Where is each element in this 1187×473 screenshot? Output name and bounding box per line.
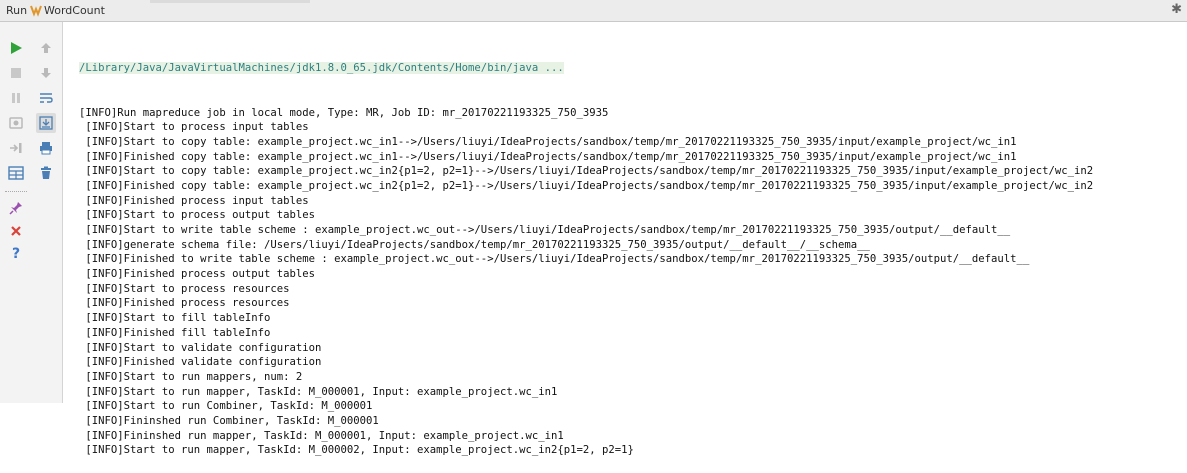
down-button[interactable]: [36, 63, 56, 83]
print-icon: [40, 142, 52, 155]
rerun-button[interactable]: [6, 38, 26, 58]
console-output[interactable]: /Library/Java/JavaVirtualMachines/jdk1.8…: [79, 32, 1093, 473]
console-line: [INFO]Start to run mappers, num: 2: [79, 370, 303, 383]
console-line: [INFO]Finished validate configuration: [79, 356, 322, 369]
stop-button[interactable]: [6, 63, 26, 83]
help-button[interactable]: ?: [6, 244, 26, 264]
console-line: [INFO]Start to write table scheme : exam…: [79, 224, 1011, 236]
run-panel-label: Run: [6, 4, 28, 17]
toolbar-separator: [5, 191, 27, 192]
console-line: [INFO]Finished fill tableInfo: [79, 326, 271, 339]
close-icon: [11, 226, 21, 236]
pin-icon: [9, 202, 22, 215]
run-config-icon: [30, 5, 42, 17]
pause-button[interactable]: [6, 88, 26, 108]
run-panel-header: Run WordCount ✱: [0, 0, 1187, 22]
java-command: /Library/Java/JavaVirtualMachines/jdk1.8…: [79, 62, 564, 75]
console-lines: [INFO]Run mapreduce job in local mode, T…: [79, 106, 1093, 459]
console-line: [INFO]Start to process input tables: [79, 121, 309, 134]
down-icon: [41, 68, 51, 78]
console-line: [INFO]Run mapreduce job in local mode, T…: [79, 106, 609, 119]
console-line: [INFO]Start to run Combiner, TaskId: M_0…: [79, 400, 373, 413]
console-line: [INFO]Start to validate configuration: [79, 341, 322, 354]
trash-icon: [41, 166, 51, 179]
console-line: [INFO]Finished copy table: example_proje…: [79, 179, 1094, 192]
help-icon: ?: [11, 246, 21, 262]
scroll-to-end-icon: [39, 116, 53, 130]
dump-threads-button[interactable]: [6, 113, 26, 133]
rerun-icon: [11, 42, 22, 54]
header-strip: [150, 0, 310, 3]
console-line: [INFO]Finished process output tables: [79, 268, 315, 281]
console-line: [INFO]Start to copy table: example_proje…: [79, 165, 1094, 178]
pause-icon: [12, 93, 20, 103]
up-icon: [41, 43, 51, 53]
console-line: [INFO]Fininshed run Combiner, TaskId: M_…: [79, 414, 379, 427]
run-toolbar: ?: [0, 22, 63, 403]
run-config-name[interactable]: WordCount: [44, 4, 105, 17]
settings-gear-icon[interactable]: ✱: [1171, 2, 1182, 17]
console-line: [INFO]generate schema file: /Users/liuyi…: [79, 238, 870, 251]
layout-icon: [8, 166, 24, 180]
console-line: [INFO]Finished copy table: example_proje…: [79, 150, 1017, 163]
layout-button[interactable]: [6, 163, 26, 183]
console-line: [INFO]Start to run mapper, TaskId: M_000…: [79, 444, 634, 457]
console-line: [INFO]Start to run mapper, TaskId: M_000…: [79, 385, 558, 398]
console-line: [INFO]Finished process input tables: [79, 194, 309, 207]
clear-all-button[interactable]: [36, 163, 56, 183]
soft-wrap-button[interactable]: [36, 88, 56, 108]
console-line: [INFO]Finished process resources: [79, 297, 290, 310]
soft-wrap-icon: [40, 93, 53, 103]
stop-icon: [11, 68, 21, 78]
console-line: [INFO]Fininshed run mapper, TaskId: M_00…: [79, 429, 564, 442]
print-button[interactable]: [36, 138, 56, 158]
up-button[interactable]: [36, 38, 56, 58]
console-line: [INFO]Start to copy table: example_proje…: [79, 135, 1017, 148]
dump-threads-icon: [9, 117, 23, 129]
console-line: [INFO]Start to fill tableInfo: [79, 312, 271, 325]
console-line: [INFO]Start to process resources: [79, 282, 290, 295]
console-command-line: /Library/Java/JavaVirtualMachines/jdk1.8…: [79, 61, 1093, 76]
scroll-to-end-button[interactable]: [36, 113, 56, 133]
console-line: [INFO]Finished to write table scheme : e…: [79, 253, 1030, 266]
pin-button[interactable]: [6, 198, 26, 218]
close-button[interactable]: [6, 221, 26, 241]
console-line: [INFO]Start to process output tables: [79, 209, 315, 222]
exit-icon: [10, 143, 22, 153]
exit-button[interactable]: [6, 138, 26, 158]
